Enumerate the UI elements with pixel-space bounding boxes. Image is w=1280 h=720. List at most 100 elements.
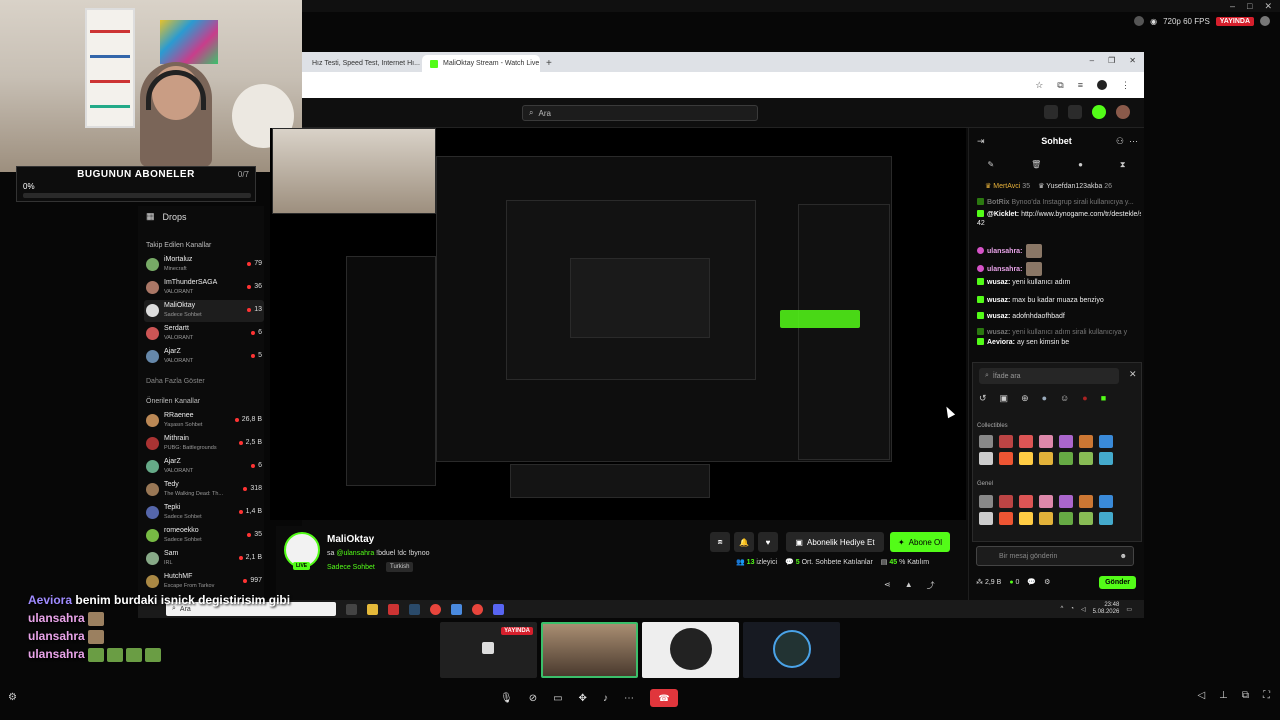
settings-icon[interactable]: ⚙	[1044, 578, 1050, 586]
cinema-icon[interactable]	[1044, 105, 1058, 119]
emote-general[interactable]	[1059, 512, 1073, 525]
user-avatar[interactable]	[1116, 105, 1130, 119]
emote-general[interactable]	[1019, 495, 1033, 508]
globe-icon[interactable]: ⊕	[1021, 393, 1029, 404]
tray-chevron-icon[interactable]: ^	[1061, 606, 1064, 612]
emote-collectible[interactable]	[979, 435, 993, 448]
sidebar-channel-serdartt[interactable]: Serdartt VALORANT 6	[144, 323, 264, 345]
hangup-button[interactable]: ☎	[649, 689, 678, 707]
emote-general[interactable]	[1059, 495, 1073, 508]
discord-icon[interactable]	[493, 603, 504, 615]
chrome-icon[interactable]	[430, 603, 441, 615]
heart-emotes-icon[interactable]: ●	[1082, 393, 1087, 404]
share-icon[interactable]: ⋖	[884, 580, 891, 591]
emote-collectible[interactable]	[999, 435, 1013, 448]
settings-icon[interactable]	[1260, 16, 1270, 26]
sidebar-channel-sam[interactable]: Sam IRL 2,1 B	[144, 548, 264, 570]
emote-collectible[interactable]	[1099, 435, 1113, 448]
emote-collectible[interactable]	[1059, 435, 1073, 448]
emote-collectible[interactable]	[1099, 452, 1113, 465]
bookmark-star-icon[interactable]: ☆	[1035, 80, 1043, 91]
steam-icon[interactable]	[409, 603, 420, 615]
title-mention[interactable]: @ulansahra	[336, 550, 374, 557]
participant-screen-share[interactable]: YAYINDA	[440, 622, 537, 678]
chat-username[interactable]: ulansahra:	[987, 248, 1022, 255]
participant-avatar-3[interactable]	[743, 622, 840, 678]
sidebar-channel-imortaluz[interactable]: iMortaluz Minecraft 79	[144, 254, 264, 276]
emote-collectible[interactable]	[999, 452, 1013, 465]
gift-sub-button[interactable]: ▣ Abonelik Hediye Et	[786, 532, 884, 552]
emote-collectible[interactable]	[1059, 452, 1073, 465]
notifications-icon[interactable]: ▭	[1126, 606, 1132, 613]
top-gifter-2[interactable]: ♛ Yusefdan123akba 26	[1038, 182, 1112, 190]
emote-general[interactable]	[1099, 495, 1113, 508]
participant-avatar-2[interactable]	[642, 622, 739, 678]
report-icon[interactable]: ▲	[905, 580, 913, 591]
screen-share-icon[interactable]: ▭	[553, 693, 562, 704]
send-button[interactable]: Gönder	[1099, 575, 1136, 589]
emote-general[interactable]	[979, 495, 993, 508]
emote-collectible[interactable]	[1039, 435, 1053, 448]
top-gifter-1[interactable]: ♛ MertAvci 35	[985, 182, 1030, 190]
app-icon-2[interactable]	[451, 603, 462, 615]
trash-icon[interactable]: 🗑	[1031, 160, 1041, 170]
activities-icon[interactable]: ✥	[579, 693, 587, 704]
language-tag[interactable]: Turkish	[386, 562, 414, 572]
extensions-icon[interactable]: ⧉	[1057, 80, 1063, 91]
sidebar-channel-hutchmf[interactable]: HutchMF Escape From Tarkov 997	[144, 571, 264, 593]
emote-collectible[interactable]	[979, 452, 993, 465]
more-icon[interactable]: ⋯	[624, 693, 634, 704]
chat-username[interactable]: BotRix	[987, 199, 1010, 206]
emote-general[interactable]	[1079, 512, 1093, 525]
tab-kick-stream[interactable]: MaliOktay Stream - Watch Live✕	[422, 55, 540, 72]
kick-icon[interactable]: ⤴	[927, 580, 935, 591]
popout-icon[interactable]: ⧉	[1242, 690, 1249, 701]
emote-collectible[interactable]	[1039, 452, 1053, 465]
clock[interactable]: 23:48 5.08.2026	[1093, 602, 1120, 616]
kick-emotes-icon[interactable]: ■	[1101, 393, 1106, 404]
close-icon[interactable]: ✕	[1129, 369, 1137, 380]
chat-username[interactable]: wusaz:	[987, 279, 1010, 286]
sidebar-channel-ajarz[interactable]: AjarZ VALORANT 6	[144, 456, 264, 478]
bubble-icon[interactable]: ●	[1078, 160, 1083, 170]
soundboard-icon[interactable]: ♪	[603, 693, 608, 704]
microphone-icon[interactable]: 🎙	[500, 693, 513, 704]
network-icon[interactable]: ◔	[1070, 606, 1074, 612]
sidebar-channel-mithrain[interactable]: Mithrain PUBG: Battlegrounds 2,5 B	[144, 433, 264, 455]
tab-speedtest[interactable]: Hız Testi, Speed Test, Internet Hı...✕	[304, 55, 422, 72]
channel-emotes-icon[interactable]: ▣	[1000, 393, 1009, 404]
minimize-icon[interactable]: –	[1090, 56, 1094, 65]
emote-collectible[interactable]	[1079, 452, 1093, 465]
emote-general[interactable]	[1079, 495, 1093, 508]
channel-name[interactable]: MaliOktay	[327, 534, 374, 545]
show-more-link[interactable]: Daha Fazla Göster	[146, 378, 205, 385]
emoji-icon[interactable]: ☺	[1060, 393, 1069, 404]
chat-username[interactable]: wusaz:	[987, 313, 1010, 320]
favorite-button[interactable]: ♥	[758, 532, 778, 552]
chat-username[interactable]: wusaz:	[987, 329, 1010, 336]
chat-username[interactable]: @Kicklet:	[987, 211, 1019, 218]
emote-general[interactable]	[1039, 512, 1053, 525]
menu-icon[interactable]: ⋮	[1121, 80, 1130, 91]
close-icon[interactable]: ✕	[1129, 56, 1136, 65]
sidebar-channel-tedy[interactable]: Tedy The Walking Dead: Th... 318	[144, 479, 264, 501]
notification-button[interactable]: 🔔	[734, 532, 754, 552]
avatar-emotes-icon[interactable]: ●	[1042, 393, 1047, 404]
category-link[interactable]: Sadece Sohbet	[327, 564, 375, 571]
app-icon[interactable]	[388, 603, 399, 615]
recent-icon[interactable]: ↺	[979, 393, 987, 404]
kicks-balance[interactable]: ⁂ 2,9 B	[976, 578, 1001, 586]
emote-general[interactable]	[999, 495, 1013, 508]
search-input[interactable]: ⌕ Ara	[522, 105, 758, 121]
chrome-icon-2[interactable]	[472, 603, 483, 615]
emoji-picker-icon[interactable]: ☻	[1120, 553, 1127, 560]
emote-search-input[interactable]: ⌕ İfade ara	[979, 368, 1119, 384]
chat-bubble-icon[interactable]: 💬	[1027, 578, 1036, 586]
emote-collectible[interactable]	[1019, 435, 1033, 448]
sidebar-channel-tepki[interactable]: Tepki Sadece Sohbet 1,4 B	[144, 502, 264, 524]
task-view-icon[interactable]	[346, 603, 357, 615]
users-icon[interactable]: ⚇	[1116, 136, 1124, 147]
call-activity-icon[interactable]: ⚙	[8, 692, 17, 703]
camera-off-icon[interactable]: ⊘	[529, 693, 537, 704]
close-icon[interactable]: ✕	[1264, 1, 1272, 12]
